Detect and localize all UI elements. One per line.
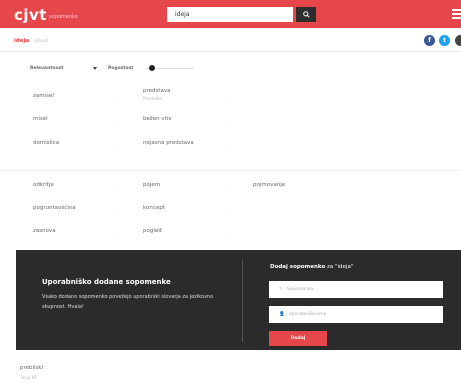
synonym-item[interactable]: predstava Prevedba: [143, 88, 171, 101]
logo-text: cjvt: [14, 6, 47, 24]
separator: ·: [226, 207, 228, 212]
share-icon[interactable]: [455, 35, 461, 46]
separator: ·: [226, 95, 228, 100]
add-synonym-heading-rest: za "ideja": [325, 264, 354, 270]
search-button[interactable]: [296, 7, 316, 22]
synonym-text: odkritje: [33, 182, 54, 188]
separator: ·: [226, 230, 228, 235]
add-synonym-button[interactable]: Dodaj: [269, 331, 327, 346]
synonym-item[interactable]: zasnova: [33, 228, 56, 234]
synonym-item[interactable]: misel: [33, 116, 48, 122]
synonym-item[interactable]: domislica: [33, 140, 59, 146]
add-synonym-heading-bold: Dodaj sopomenko: [270, 264, 326, 270]
synonym-text: domislica: [33, 140, 60, 146]
facebook-icon[interactable]: f: [424, 35, 435, 46]
search-icon: [302, 11, 310, 18]
synonym-text: bežen vtis: [143, 116, 172, 122]
separator: ·: [226, 118, 228, 123]
user-synonyms-panel: Uporabniško dodane sopomenke Vsako dodan…: [16, 250, 461, 350]
pencil-icon: ✎: [279, 287, 283, 292]
synonym-text: pojem: [143, 182, 161, 188]
top-bar: cjvt sopomenke ideja: [0, 0, 461, 28]
separator: ·: [115, 207, 117, 212]
separator: ·: [226, 142, 228, 147]
sort-select[interactable]: Relevantnost: [30, 66, 64, 71]
user-synonym-item[interactable]: prebliski: [20, 365, 43, 371]
synonym-item[interactable]: koncept: [143, 205, 165, 211]
synonym-item[interactable]: pojem: [143, 182, 160, 188]
synonym-item[interactable]: bežen vtis: [143, 116, 171, 122]
panel-divider: [242, 260, 243, 342]
synonym-text: predstava: [143, 88, 171, 94]
synonym-text: pogled: [143, 228, 162, 234]
breadcrumb-bar: ideja [ideja] f t: [0, 28, 461, 52]
synonym-input-placeholder: Sopomenka: [286, 287, 314, 292]
twitter-icon[interactable]: t: [439, 35, 450, 46]
search-input[interactable]: ideja: [167, 7, 293, 22]
synonym-text: pogruntavščina: [33, 205, 76, 211]
synonym-item[interactable]: pogled: [143, 228, 162, 234]
synonym-text: zamisel: [33, 93, 54, 99]
synonym-text: misel: [33, 116, 48, 122]
separator: ·: [115, 95, 117, 100]
panel-description: Vsako dodano sopomenko povežejo uporabni…: [42, 294, 214, 310]
add-synonym-heading: Dodaj sopomenko za "ideja": [270, 264, 353, 270]
synonym-item[interactable]: zamisel: [33, 93, 54, 99]
chevron-down-icon[interactable]: [93, 67, 97, 70]
user-synonym-author: Tanja KR: [20, 375, 38, 380]
separator: ·: [115, 118, 117, 123]
group-divider: [0, 170, 461, 171]
synonym-item[interactable]: pogruntavščina: [33, 205, 76, 211]
logo[interactable]: cjvt sopomenke: [14, 5, 78, 23]
synonym-input[interactable]: ✎ Sopomenka: [269, 281, 443, 298]
synonym-text: koncept: [143, 205, 165, 211]
username-input-placeholder: Uporabniško ime: [288, 312, 327, 317]
username-input[interactable]: 👤 Uporabniško ime: [269, 306, 443, 323]
logo-subtext: sopomenke: [48, 14, 78, 20]
synonym-item[interactable]: pojmovanje: [253, 182, 285, 188]
separator: ·: [226, 184, 228, 189]
synonym-item[interactable]: odkritje: [33, 182, 54, 188]
current-word: ideja: [14, 38, 30, 44]
hamburger-menu-icon[interactable]: [452, 9, 461, 19]
mode-label: Pogostost: [108, 66, 134, 71]
separator: ·: [115, 230, 117, 235]
result-controls: Relevantnost Pogostost: [0, 52, 461, 82]
current-word-extra: [ideja]: [34, 38, 49, 44]
frequency-slider-thumb[interactable]: [149, 65, 155, 71]
synonym-text: zasnova: [33, 228, 56, 234]
synonym-item[interactable]: nejasna predstava: [143, 140, 194, 146]
separator: ·: [115, 184, 117, 189]
synonym-text: nejasna predstava: [143, 140, 194, 146]
separator: ·: [115, 142, 117, 147]
synonym-text: pojmovanje: [253, 182, 286, 188]
user-icon: 👤: [279, 312, 285, 317]
synonym-source: Prevedba: [143, 96, 162, 101]
panel-title: Uporabniško dodane sopomenke: [42, 278, 171, 286]
